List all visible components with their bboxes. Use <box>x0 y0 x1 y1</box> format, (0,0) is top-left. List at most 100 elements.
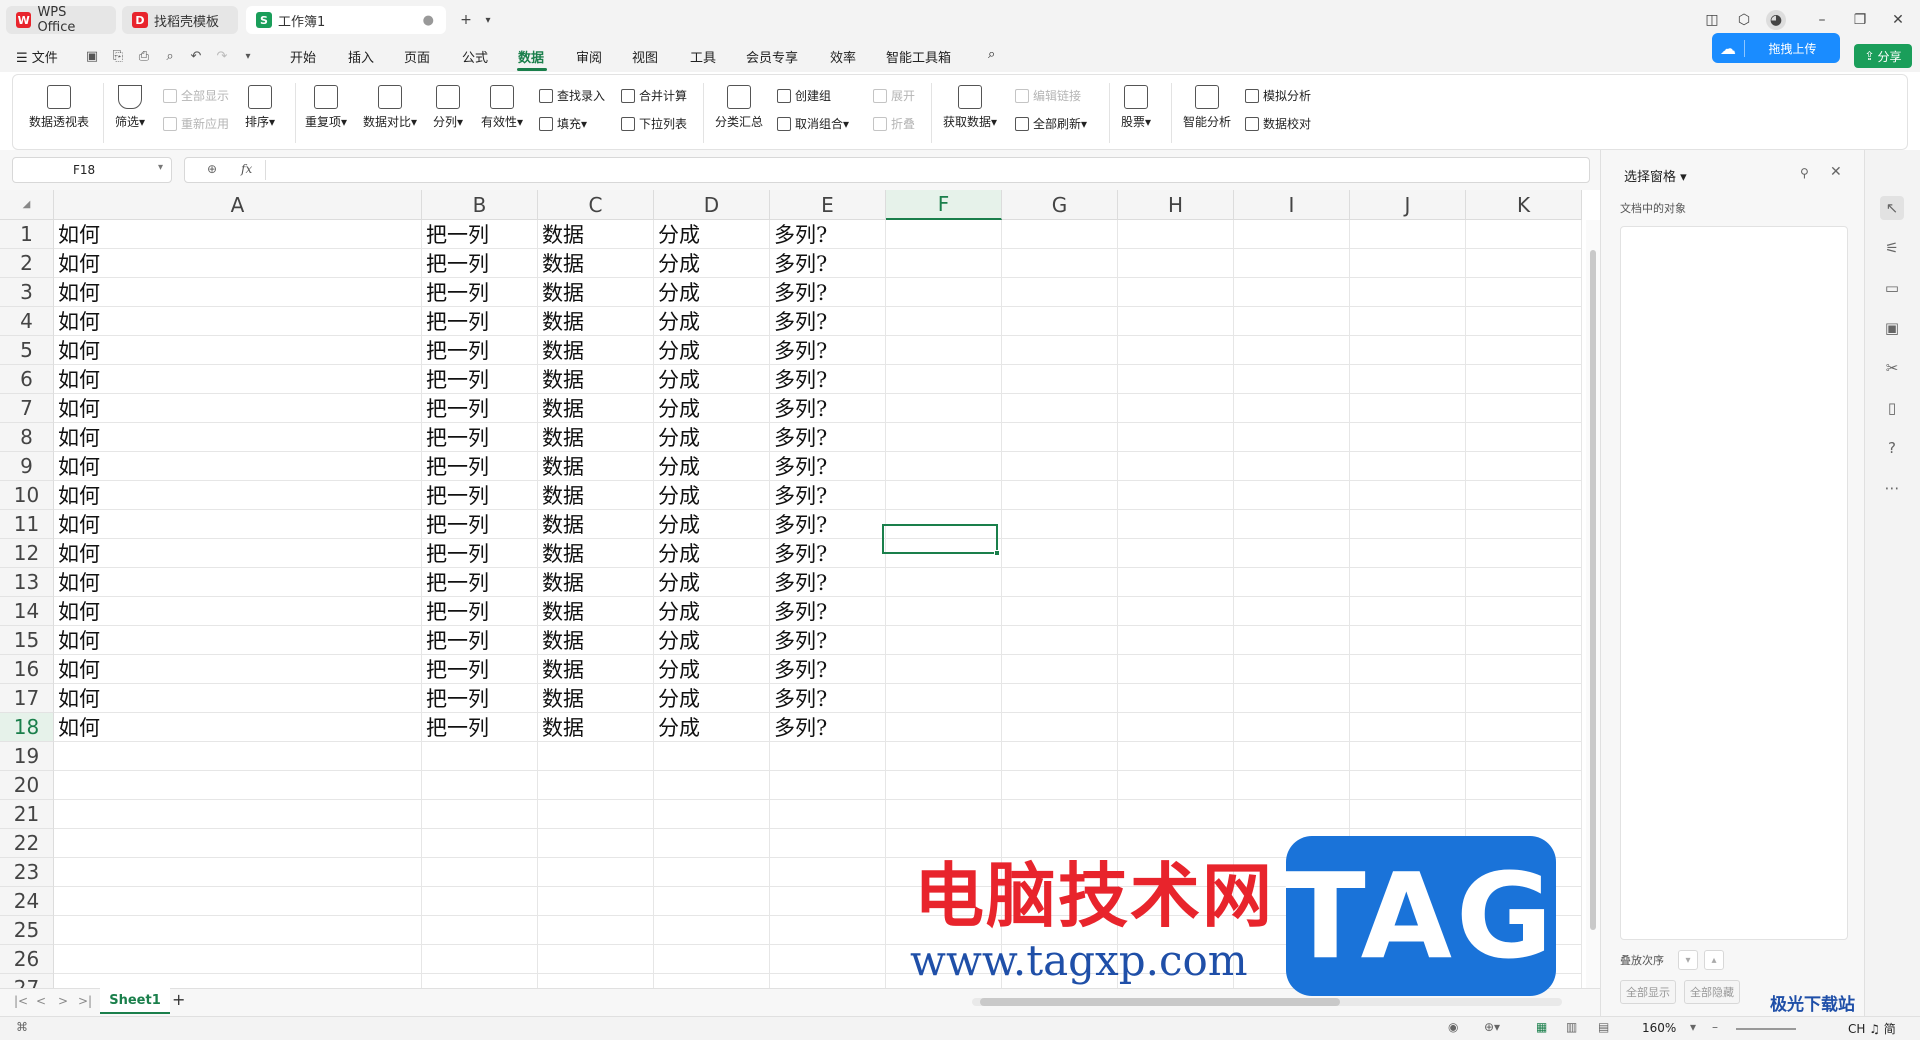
cell-h14[interactable] <box>1118 597 1234 626</box>
more-icon[interactable]: ⋯ <box>1880 476 1904 500</box>
cell-c10[interactable]: 数据 <box>538 481 654 510</box>
cell-e27[interactable] <box>770 974 886 988</box>
pin-icon[interactable]: ⚲ <box>1800 166 1809 180</box>
row-header-25[interactable]: 25 <box>0 916 54 945</box>
row-header-8[interactable]: 8 <box>0 423 54 452</box>
cell-a22[interactable] <box>54 829 422 858</box>
cell-a19[interactable] <box>54 742 422 771</box>
cell-j5[interactable] <box>1350 336 1466 365</box>
cell-a21[interactable] <box>54 800 422 829</box>
row-header-26[interactable]: 26 <box>0 945 54 974</box>
cell-a10[interactable]: 如何 <box>54 481 422 510</box>
name-box[interactable]: F18 ▾ <box>12 157 172 183</box>
cell-e1[interactable]: 多列? <box>770 220 886 249</box>
cell-d22[interactable] <box>654 829 770 858</box>
cell-b11[interactable]: 把一列 <box>422 510 538 539</box>
cell-a23[interactable] <box>54 858 422 887</box>
cell-h16[interactable] <box>1118 655 1234 684</box>
cell-h5[interactable] <box>1118 336 1234 365</box>
cell-b15[interactable]: 把一列 <box>422 626 538 655</box>
cell-c21[interactable] <box>538 800 654 829</box>
cell-b14[interactable]: 把一列 <box>422 597 538 626</box>
column-header-c[interactable]: C <box>538 190 654 220</box>
cell-c24[interactable] <box>538 887 654 916</box>
cell-c19[interactable] <box>538 742 654 771</box>
column-header-k[interactable]: K <box>1466 190 1582 220</box>
cell-e7[interactable]: 多列? <box>770 394 886 423</box>
image-tool-icon[interactable]: ▣ <box>1880 316 1904 340</box>
stocks-button[interactable]: 股票▾ <box>1121 85 1151 130</box>
cell-d18[interactable]: 分成 <box>654 713 770 742</box>
cell-e18[interactable]: 多列? <box>770 713 886 742</box>
row-header-20[interactable]: 20 <box>0 771 54 800</box>
cell-e22[interactable] <box>770 829 886 858</box>
formula-input[interactable]: ⊕ fx <box>184 157 1590 183</box>
cell-c15[interactable]: 数据 <box>538 626 654 655</box>
cell-i12[interactable] <box>1234 539 1350 568</box>
cell-g11[interactable] <box>1002 510 1118 539</box>
cell-d24[interactable] <box>654 887 770 916</box>
cell-e11[interactable]: 多列? <box>770 510 886 539</box>
menu-view[interactable]: 视图 <box>632 47 658 66</box>
cell-e25[interactable] <box>770 916 886 945</box>
cell-a17[interactable]: 如何 <box>54 684 422 713</box>
cell-k10[interactable] <box>1466 481 1582 510</box>
cell-k17[interactable] <box>1466 684 1582 713</box>
cell-d27[interactable] <box>654 974 770 988</box>
cloud-upload-button[interactable]: ☁ 拖拽上传 <box>1712 33 1840 63</box>
cell-c4[interactable]: 数据 <box>538 307 654 336</box>
row-header-6[interactable]: 6 <box>0 365 54 394</box>
cell-i8[interactable] <box>1234 423 1350 452</box>
cell-a20[interactable] <box>54 771 422 800</box>
cell-i14[interactable] <box>1234 597 1350 626</box>
row-header-4[interactable]: 4 <box>0 307 54 336</box>
cell-j11[interactable] <box>1350 510 1466 539</box>
cell-e16[interactable]: 多列? <box>770 655 886 684</box>
cell-i3[interactable] <box>1234 278 1350 307</box>
cell-b3[interactable]: 把一列 <box>422 278 538 307</box>
cell-j13[interactable] <box>1350 568 1466 597</box>
cell-f6[interactable] <box>886 365 1002 394</box>
cell-b25[interactable] <box>422 916 538 945</box>
column-header-j[interactable]: J <box>1350 190 1466 220</box>
cell-a2[interactable]: 如何 <box>54 249 422 278</box>
row-header-5[interactable]: 5 <box>0 336 54 365</box>
create-group-button[interactable]: 创建组 <box>777 87 831 104</box>
cell-b17[interactable]: 把一列 <box>422 684 538 713</box>
cell-b21[interactable] <box>422 800 538 829</box>
page-break-icon[interactable]: ▤ <box>1598 1020 1609 1034</box>
cell-j12[interactable] <box>1350 539 1466 568</box>
cell-i6[interactable] <box>1234 365 1350 394</box>
print-preview-icon[interactable]: ⌕ <box>162 48 178 64</box>
tab-docer[interactable]: D 找稻壳模板 <box>122 6 238 34</box>
cell-d5[interactable]: 分成 <box>654 336 770 365</box>
cell-j19[interactable] <box>1350 742 1466 771</box>
cell-h1[interactable] <box>1118 220 1234 249</box>
vertical-scroll-thumb[interactable] <box>1590 250 1596 930</box>
column-header-d[interactable]: D <box>654 190 770 220</box>
row-header-1[interactable]: 1 <box>0 220 54 249</box>
get-data-button[interactable]: 获取数据▾ <box>943 85 997 130</box>
column-header-i[interactable]: I <box>1234 190 1350 220</box>
macro-record-icon[interactable]: ⌘ <box>16 1020 28 1034</box>
cell-f13[interactable] <box>886 568 1002 597</box>
cell-f4[interactable] <box>886 307 1002 336</box>
view-options-icon[interactable]: ⊕▾ <box>1484 1020 1500 1034</box>
avatar[interactable]: ◕ <box>1766 10 1786 30</box>
horizontal-scroll-thumb[interactable] <box>980 998 1340 1006</box>
cell-j10[interactable] <box>1350 481 1466 510</box>
cell-d12[interactable]: 分成 <box>654 539 770 568</box>
zoom-formula-icon[interactable]: ⊕ <box>207 162 217 176</box>
cell-b20[interactable] <box>422 771 538 800</box>
selection-pane-title[interactable]: 选择窗格 ▾ <box>1624 166 1687 185</box>
cell-h6[interactable] <box>1118 365 1234 394</box>
cell-k9[interactable] <box>1466 452 1582 481</box>
last-sheet-icon[interactable]: >| <box>78 994 92 1008</box>
cell-k6[interactable] <box>1466 365 1582 394</box>
new-tab-plus-icon[interactable]: + <box>456 10 476 30</box>
refresh-all-button[interactable]: 全部刷新 ▾ <box>1015 115 1087 132</box>
cell-i20[interactable] <box>1234 771 1350 800</box>
cell-b19[interactable] <box>422 742 538 771</box>
column-header-h[interactable]: H <box>1118 190 1234 220</box>
cell-a16[interactable]: 如何 <box>54 655 422 684</box>
